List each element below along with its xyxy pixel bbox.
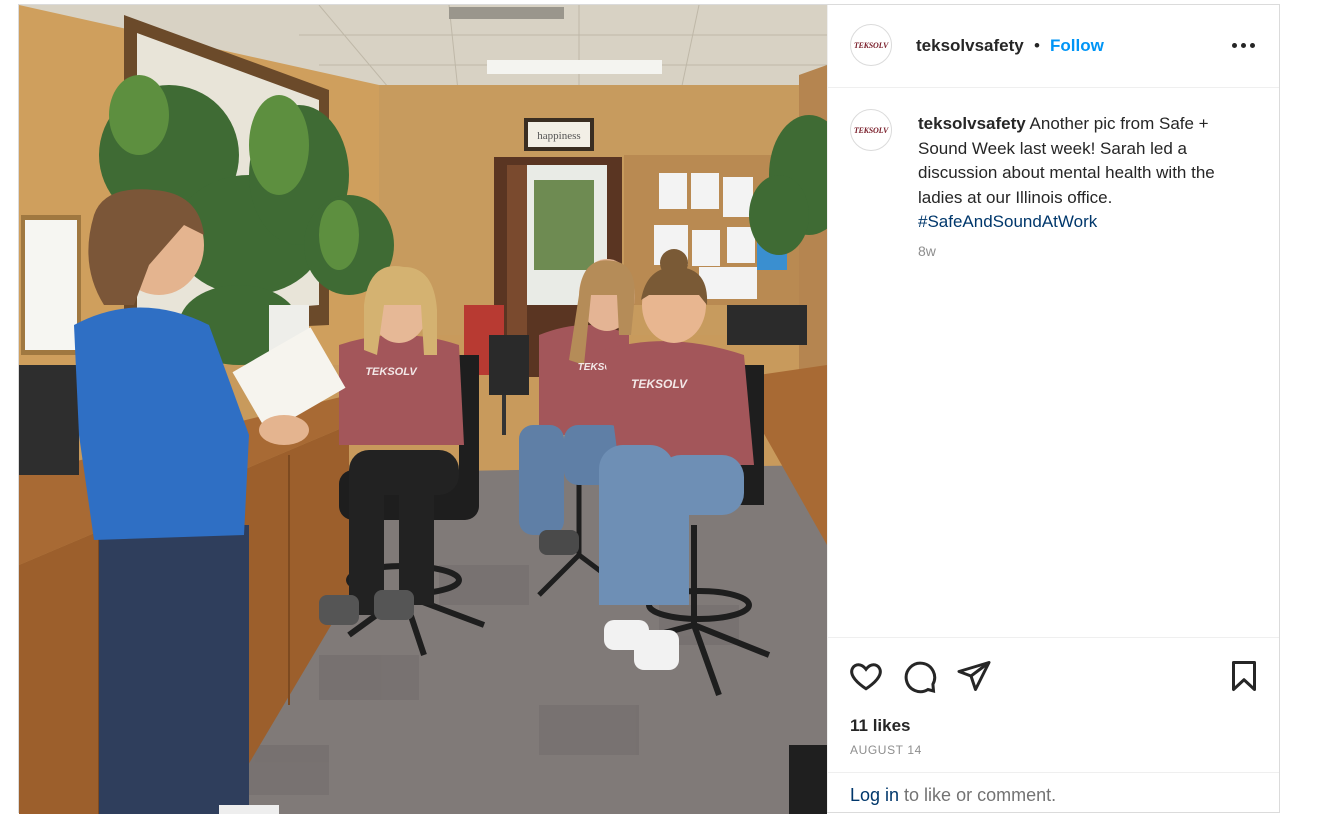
post-actions: 11 likes AUGUST 14	[828, 637, 1279, 778]
caption-avatar[interactable]: TEKSOLV	[850, 109, 892, 151]
shirt-logo-3: TEKSOLV	[631, 377, 688, 391]
login-prompt-text: to like or comment.	[899, 785, 1057, 805]
comment-icon[interactable]	[902, 658, 938, 694]
post-header: TEKSOLV teksolvsafety • Follow	[828, 5, 1279, 88]
separator-dot: •	[1034, 36, 1040, 55]
likes-count[interactable]: 11 likes	[850, 716, 911, 736]
more-options-icon[interactable]	[1232, 43, 1255, 48]
bookmark-icon[interactable]	[1226, 658, 1262, 694]
caption-username[interactable]: teksolvsafety	[918, 114, 1026, 133]
share-icon[interactable]	[956, 658, 992, 694]
login-link[interactable]: Log in	[850, 785, 899, 805]
avatar-logo-text: TEKSOLV	[853, 40, 889, 50]
shirt-logo-1: TEKSOLV	[365, 366, 418, 378]
sign-text: happiness	[537, 130, 580, 142]
post-photo[interactable]: happiness TEKSOLV TEKSOLV TEKSOLV	[19, 5, 827, 814]
avatar-logo-text: TEKSOLV	[853, 125, 889, 135]
post-footer: Log in to like or comment.	[828, 772, 1279, 812]
post-date[interactable]: AUGUST 14	[850, 743, 922, 757]
office-scene-illustration: happiness TEKSOLV TEKSOLV TEKSOLV	[19, 5, 827, 814]
account-avatar[interactable]: TEKSOLV	[850, 24, 892, 66]
instagram-post: happiness TEKSOLV TEKSOLV TEKSOLV TEKSOL…	[18, 4, 1280, 814]
post-age[interactable]: 8w	[918, 243, 936, 259]
login-prompt: Log in to like or comment.	[850, 785, 1056, 806]
post-side-panel: TEKSOLV teksolvsafety • Follow TEKSOLV t…	[827, 5, 1279, 812]
caption-hashtag[interactable]: #SafeAndSoundAtWork	[918, 212, 1097, 231]
account-username[interactable]: teksolvsafety	[916, 36, 1024, 56]
post-caption: teksolvsafety Another pic from Safe + So…	[918, 112, 1248, 235]
heart-icon[interactable]	[848, 658, 884, 694]
follow-button[interactable]: Follow	[1050, 36, 1104, 56]
